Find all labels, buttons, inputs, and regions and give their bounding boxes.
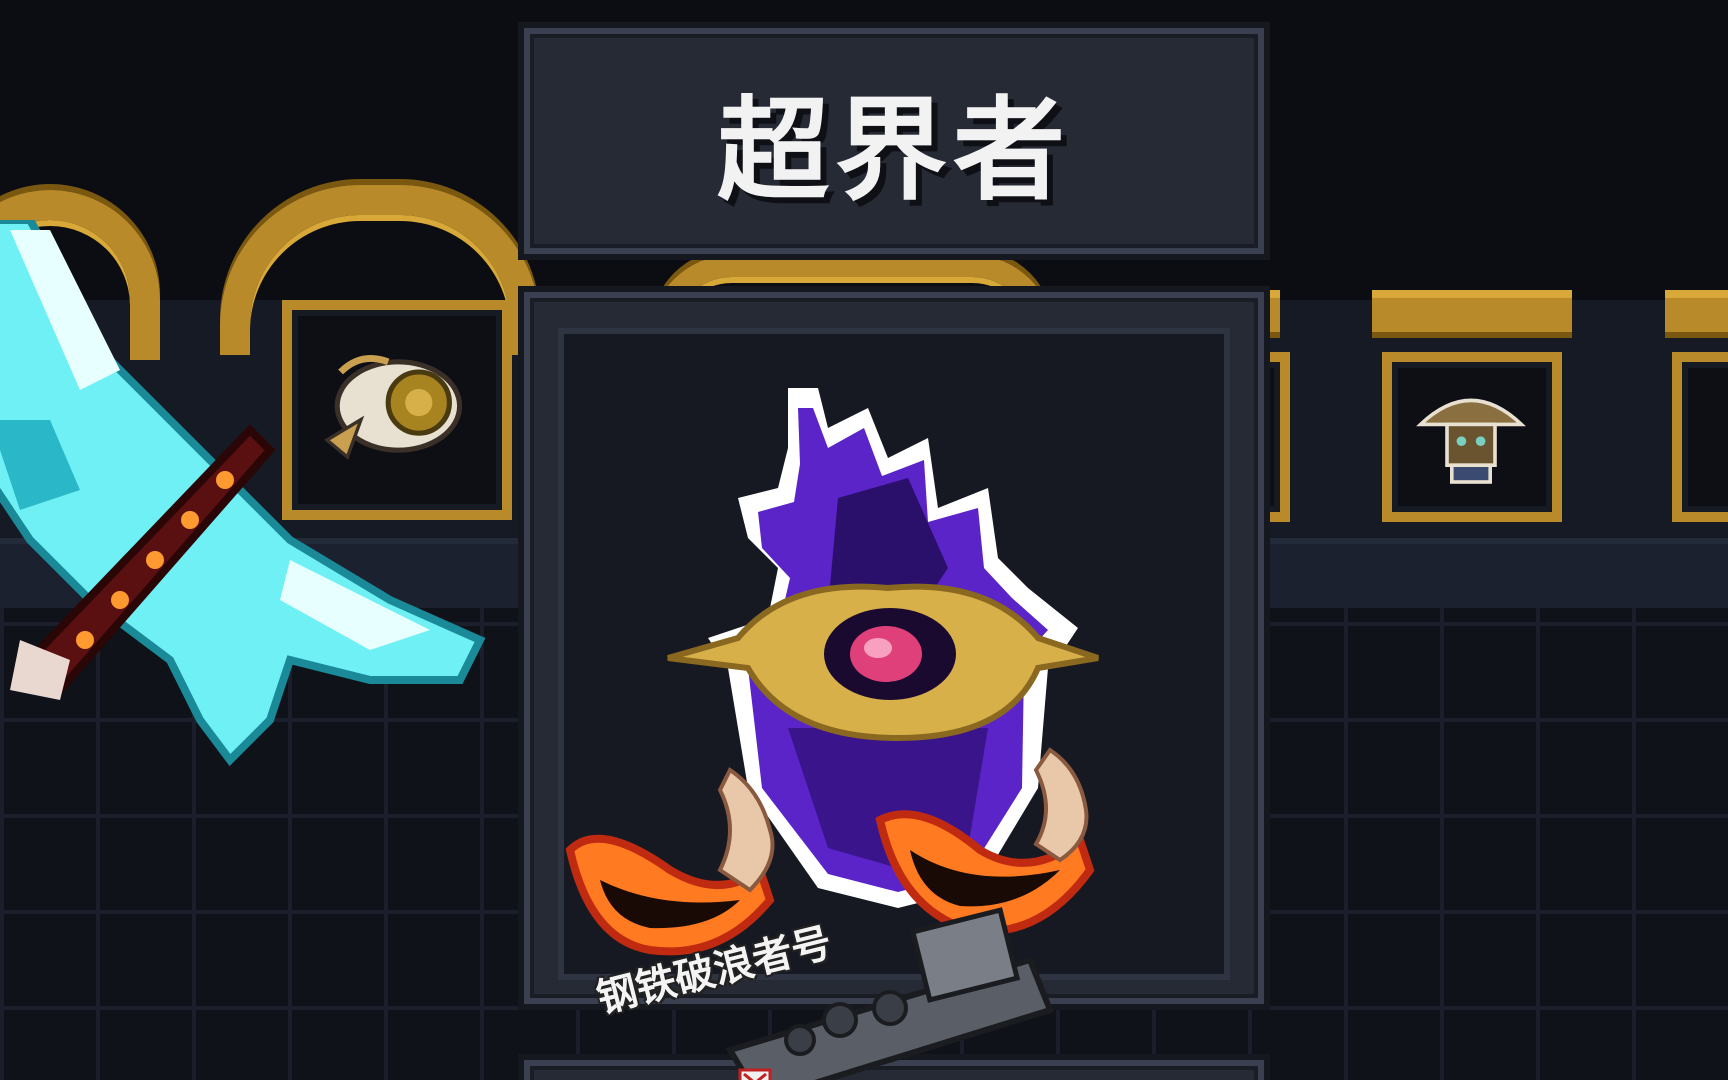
character-slot-far-right[interactable] <box>1672 352 1728 522</box>
game-screen: 超界者 钢铁破浪者号 <box>0 0 1728 1080</box>
slot-cap-right <box>1372 290 1572 338</box>
mushroom-wizard-icon <box>1416 398 1526 484</box>
slot-cap-far-right <box>1665 290 1728 338</box>
character-name: 超界者 <box>717 86 1071 216</box>
title-panel: 超界者 <box>524 28 1264 254</box>
spiked-club-icon <box>10 424 276 700</box>
character-slot-right[interactable] <box>1382 352 1562 522</box>
